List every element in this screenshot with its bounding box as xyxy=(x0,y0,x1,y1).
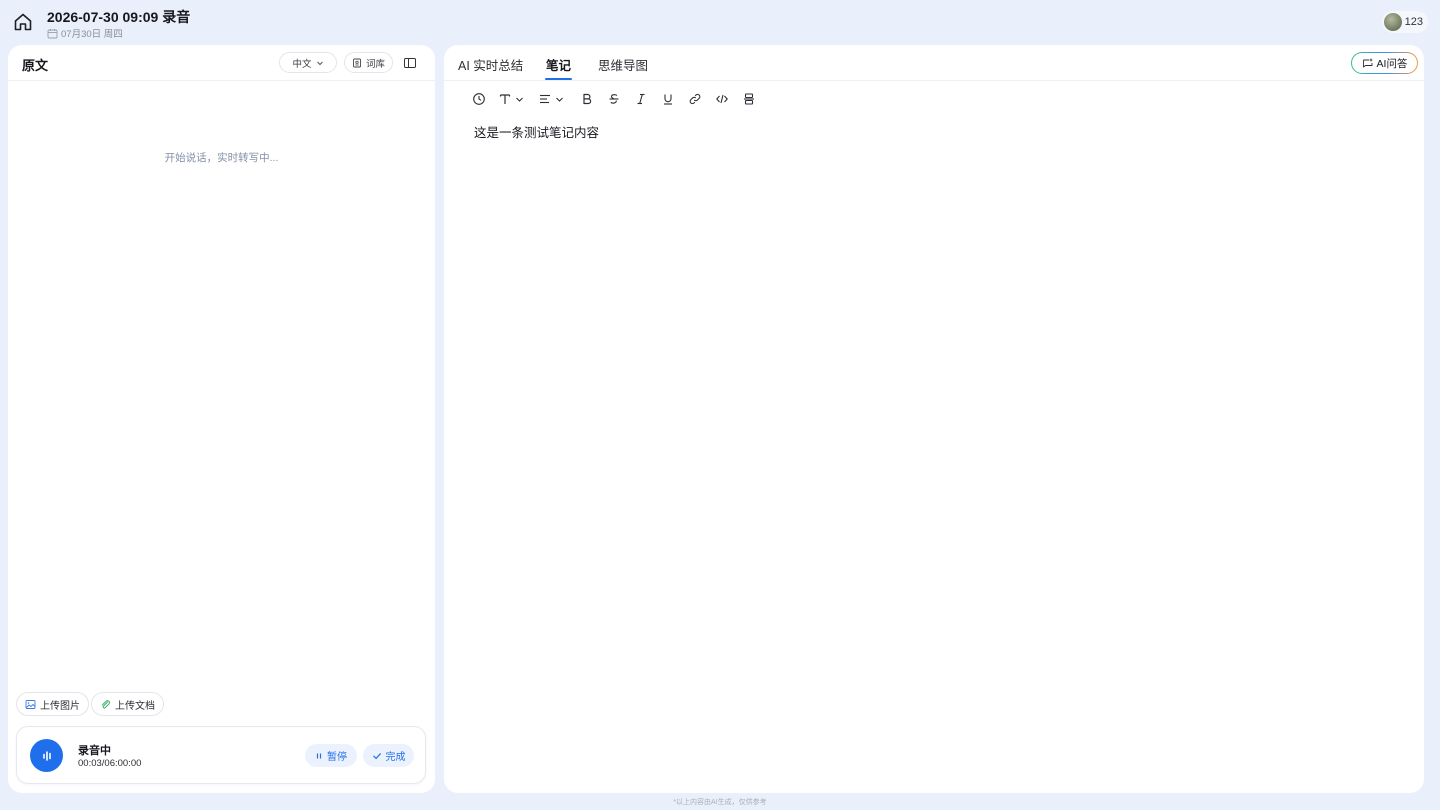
ai-qa-button[interactable]: AI问答 xyxy=(1351,52,1418,74)
align-left-icon xyxy=(538,92,552,106)
dictionary-button[interactable]: 词库 xyxy=(344,52,393,73)
date-row: 07月30日 周四 xyxy=(47,26,123,40)
tab-notes[interactable]: 笔记 xyxy=(546,55,571,74)
transcript-title: 原文 xyxy=(22,58,49,73)
tab-ai-summary[interactable]: AI 实时总结 xyxy=(458,55,523,74)
italic-icon[interactable] xyxy=(634,91,648,107)
recording-time: 00:03/06:00:00 xyxy=(78,758,142,769)
top-header: 2026-07-30 09:09 录音 07月30日 周四 123 xyxy=(0,0,1440,44)
home-icon[interactable] xyxy=(12,11,34,33)
upload-image-label: 上传图片 xyxy=(40,700,80,712)
transcript-placeholder: 开始说话，实时转写中... xyxy=(164,152,279,164)
code-icon[interactable] xyxy=(715,91,729,107)
recording-card: 录音中 00:03/06:00:00 暂停 完成 xyxy=(16,726,426,784)
chat-sparkle-icon xyxy=(1362,57,1374,69)
transcript-panel: 原文 中文 词库 开始说话，实时转写中... 上传图片 上传文档 录音中 00:… xyxy=(8,45,435,793)
pause-button[interactable]: 暂停 xyxy=(305,744,357,767)
transcript-panel-header: 原文 中文 词库 xyxy=(8,45,435,81)
link-icon[interactable] xyxy=(688,91,702,107)
divider-icon[interactable] xyxy=(742,91,756,107)
upload-image-button[interactable]: 上传图片 xyxy=(16,692,89,716)
notes-panel-header: AI 实时总结 笔记 思维导图 AI问答 xyxy=(444,45,1424,81)
language-select[interactable]: 中文 xyxy=(279,52,337,73)
pause-icon xyxy=(315,752,323,760)
image-icon xyxy=(25,699,36,710)
clock-icon[interactable] xyxy=(472,91,486,107)
calendar-icon xyxy=(47,28,58,39)
upload-doc-label: 上传文档 xyxy=(115,700,155,712)
sidebar-toggle-icon[interactable] xyxy=(403,56,417,70)
avatar xyxy=(1383,13,1402,31)
paperclip-icon xyxy=(100,699,111,710)
note-content[interactable]: 这是一条测试笔记内容 xyxy=(474,122,599,141)
upload-doc-button[interactable]: 上传文档 xyxy=(91,692,164,716)
notes-panel: AI 实时总结 笔记 思维导图 AI问答 这是一条测试笔记内容 xyxy=(444,45,1424,793)
book-icon xyxy=(352,58,362,68)
ai-qa-inner: AI问答 xyxy=(1352,53,1417,73)
bold-icon[interactable] xyxy=(580,91,594,107)
user-label: 123 xyxy=(1404,16,1423,28)
chevron-down-icon xyxy=(316,59,324,67)
ai-disclaimer: *以上内容由AI生成，仅供参考 xyxy=(673,799,767,806)
chevron-down-icon xyxy=(515,95,524,104)
strikethrough-icon[interactable] xyxy=(607,91,621,107)
align-dropdown[interactable] xyxy=(538,91,564,107)
date-text: 07月30日 周四 xyxy=(61,29,123,40)
check-icon xyxy=(372,751,382,761)
dictionary-label: 词库 xyxy=(365,58,385,70)
language-label: 中文 xyxy=(292,58,312,70)
page-title: 2026-07-30 09:09 录音 xyxy=(47,9,191,25)
done-label: 完成 xyxy=(385,752,406,763)
text-type-icon xyxy=(498,92,512,106)
chevron-down-icon xyxy=(555,95,564,104)
tab-mind-map[interactable]: 思维导图 xyxy=(598,55,648,74)
microphone-wave-icon[interactable] xyxy=(30,739,63,772)
text-style-dropdown[interactable] xyxy=(498,91,524,107)
ai-qa-label: AI问答 xyxy=(1376,57,1408,70)
done-button[interactable]: 完成 xyxy=(363,744,414,767)
underline-icon[interactable] xyxy=(661,91,675,107)
recording-status: 录音中 xyxy=(78,745,111,757)
pause-label: 暂停 xyxy=(327,752,347,763)
user-chip[interactable]: 123 xyxy=(1381,11,1428,33)
active-tab-indicator xyxy=(545,78,572,80)
